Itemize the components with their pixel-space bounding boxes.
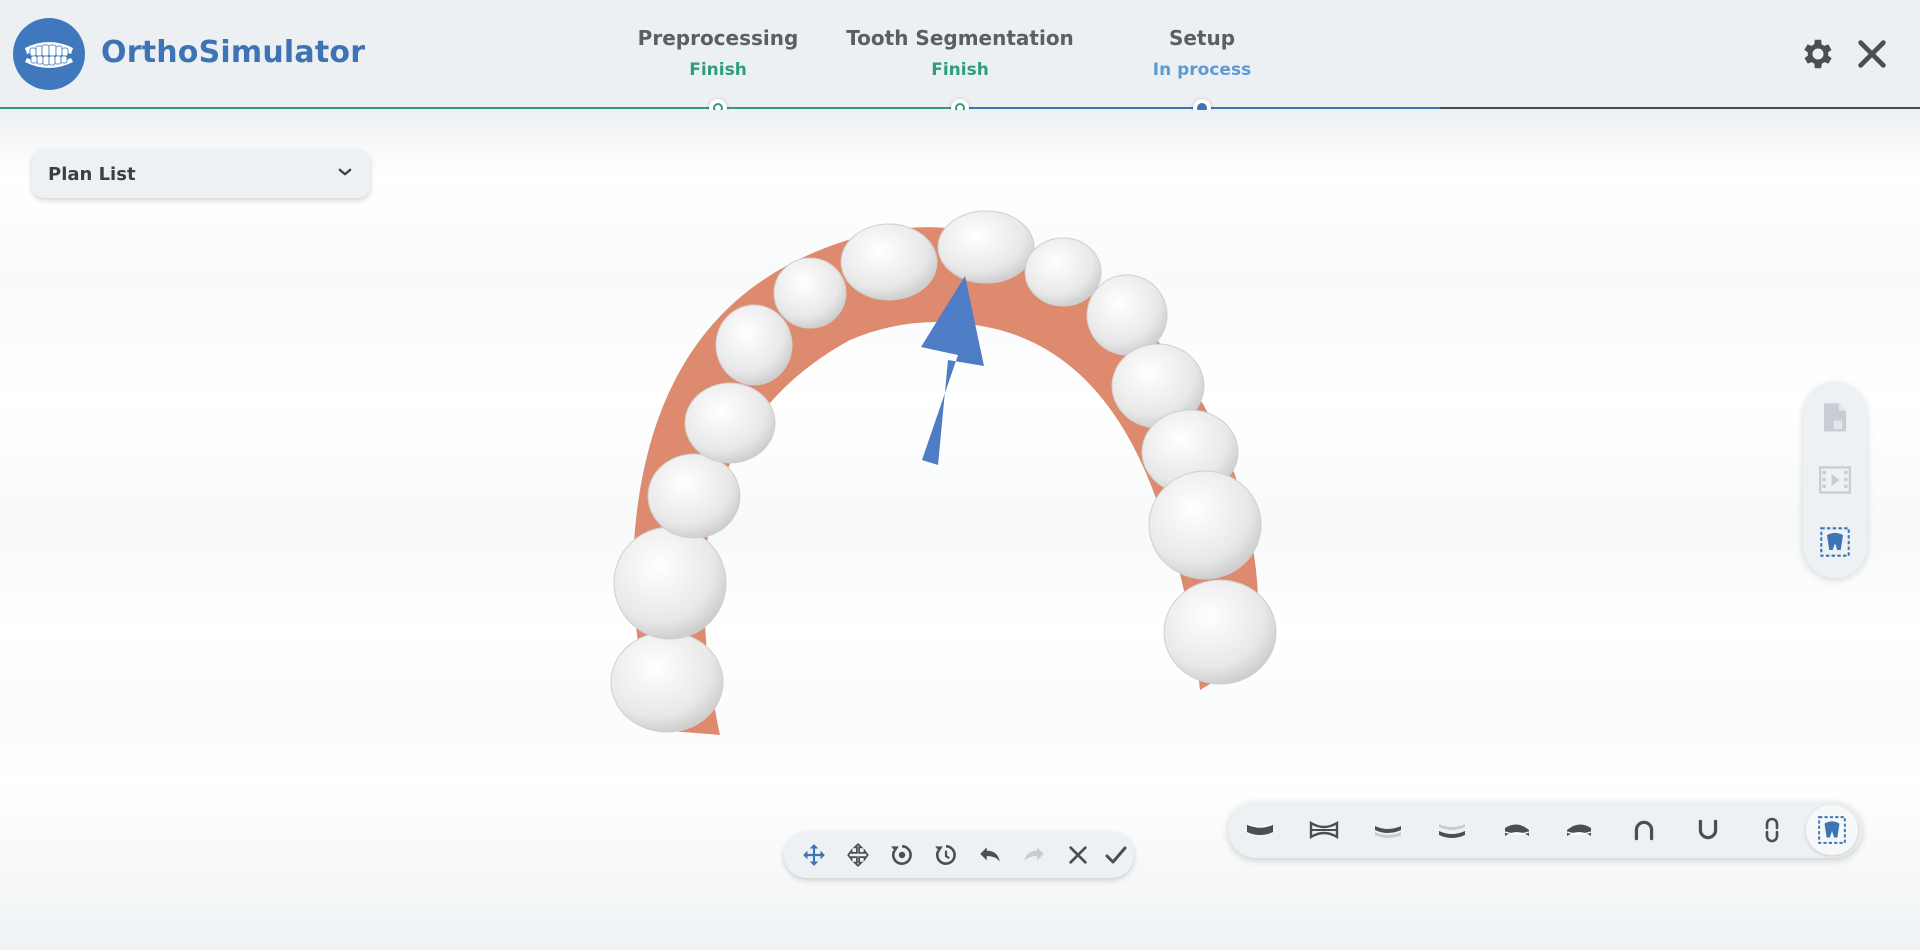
step-tooth-segmentation[interactable]: Tooth Segmentation Finish xyxy=(840,26,1080,80)
both-arches-icon[interactable] xyxy=(1754,812,1790,848)
step-status: Finish xyxy=(931,60,989,80)
step-preprocessing[interactable]: Preprocessing Finish xyxy=(598,26,838,80)
view-lower-icon[interactable] xyxy=(1434,812,1470,848)
confirm-icon[interactable] xyxy=(1102,841,1130,869)
gear-icon[interactable] xyxy=(1798,34,1838,74)
step-status: Finish xyxy=(689,60,747,80)
film-play-icon[interactable] xyxy=(1817,462,1853,498)
progress-line-done xyxy=(0,107,718,109)
close-icon[interactable] xyxy=(1852,34,1892,74)
progress-line-done xyxy=(718,107,960,109)
step-status: In process xyxy=(1152,60,1252,80)
redo-icon[interactable] xyxy=(1020,841,1048,869)
pan-icon[interactable] xyxy=(844,841,872,869)
step-name: Preprocessing xyxy=(637,26,799,50)
rotate-icon[interactable] xyxy=(888,841,916,869)
save-file-icon[interactable] xyxy=(1817,400,1853,436)
plan-list-label: Plan List xyxy=(48,163,136,185)
cancel-icon[interactable] xyxy=(1064,841,1092,869)
dental-arch-model[interactable] xyxy=(600,190,1320,750)
progress-line-pending xyxy=(1440,107,1920,109)
teeth-logo-icon xyxy=(13,18,85,90)
view-right-icon[interactable] xyxy=(1562,812,1598,848)
view-upper-icon[interactable] xyxy=(1370,812,1406,848)
view-front-icon[interactable] xyxy=(1306,812,1342,848)
edit-toolbar xyxy=(784,832,1134,878)
tooth-view-icon[interactable] xyxy=(1814,812,1850,848)
upper-arch-icon[interactable] xyxy=(1626,812,1662,848)
side-panel xyxy=(1803,382,1867,578)
view-left-icon[interactable] xyxy=(1498,812,1534,848)
view-toolbar xyxy=(1228,802,1862,858)
move-icon[interactable] xyxy=(800,841,828,869)
step-setup[interactable]: Setup In process xyxy=(1082,26,1322,80)
app-header: OrthoSimulator Preprocessing Finish Toot… xyxy=(0,0,1920,110)
rotate-clock-icon[interactable] xyxy=(932,841,960,869)
tooth-select-icon[interactable] xyxy=(1817,524,1853,560)
step-name: Tooth Segmentation xyxy=(846,26,1074,50)
lower-arch-icon[interactable] xyxy=(1690,812,1726,848)
step-name: Setup xyxy=(1168,26,1236,50)
chevron-down-icon xyxy=(336,163,354,185)
undo-icon[interactable] xyxy=(976,841,1004,869)
app-title: OrthoSimulator xyxy=(101,35,366,70)
view-top-icon[interactable] xyxy=(1242,812,1278,848)
plan-list-dropdown[interactable]: Plan List xyxy=(32,150,370,198)
